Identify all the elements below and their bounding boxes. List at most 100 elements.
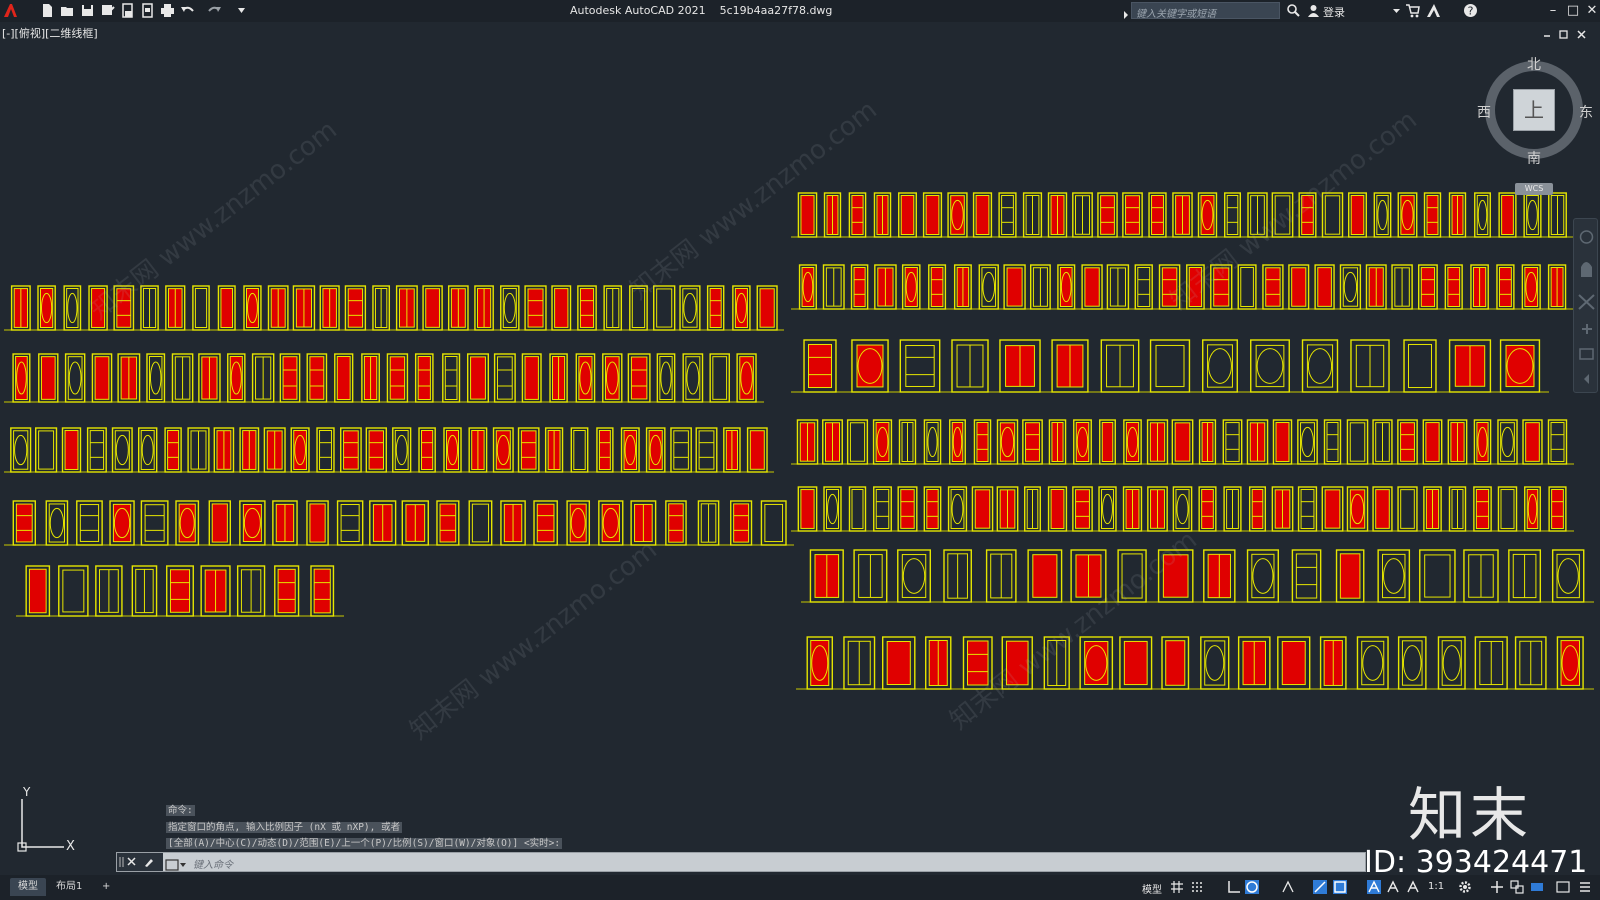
door-elevation[interactable] — [627, 353, 651, 403]
door-elevation[interactable] — [1499, 339, 1541, 393]
command-line[interactable]: 键入命令 — [116, 852, 1366, 872]
door-elevation[interactable] — [1097, 192, 1118, 238]
door-elevation[interactable] — [1448, 339, 1492, 393]
door-elevation[interactable] — [272, 500, 298, 546]
door-elevation[interactable] — [901, 264, 921, 310]
door-elevation[interactable] — [524, 285, 547, 331]
door-elevation[interactable] — [239, 500, 266, 546]
door-elevation[interactable] — [1119, 636, 1153, 690]
door-elevation[interactable] — [999, 339, 1041, 393]
door-elevation[interactable] — [682, 353, 704, 403]
door-elevation[interactable] — [928, 264, 947, 310]
door-elevation[interactable] — [1556, 636, 1584, 690]
door-elevation[interactable] — [1524, 486, 1541, 532]
isolate-objects-icon[interactable] — [1510, 880, 1524, 894]
gear-icon[interactable] — [1458, 880, 1472, 894]
door-elevation[interactable] — [1203, 549, 1236, 603]
add-layout-button[interactable]: + — [94, 878, 118, 896]
door-elevation[interactable] — [1100, 339, 1140, 393]
door-elevation[interactable] — [603, 285, 623, 331]
recent-commands-icon[interactable] — [165, 856, 187, 871]
door-elevation[interactable] — [1047, 486, 1068, 532]
door-elevation[interactable] — [61, 427, 82, 473]
door-elevation[interactable] — [517, 427, 540, 473]
door-elevation[interactable] — [973, 419, 992, 465]
door-elevation[interactable] — [146, 353, 166, 403]
door-elevation[interactable] — [1070, 549, 1107, 603]
door-elevation[interactable] — [953, 264, 972, 310]
door-elevation[interactable] — [361, 353, 380, 403]
object-snap-icon[interactable] — [1333, 880, 1347, 894]
door-elevation[interactable] — [1397, 419, 1418, 465]
door-elevation[interactable] — [1246, 549, 1279, 603]
drawing-canvas[interactable] — [0, 40, 1600, 855]
cart-icon[interactable] — [1405, 3, 1420, 18]
door-elevation[interactable] — [113, 285, 135, 331]
door-elevation[interactable] — [1373, 192, 1392, 238]
door-elevation[interactable] — [1397, 486, 1418, 532]
door-elevation[interactable] — [306, 353, 328, 403]
door-elevation[interactable] — [1123, 419, 1142, 465]
door-elevation[interactable] — [166, 565, 194, 617]
door-elevation[interactable] — [630, 500, 657, 546]
door-elevation[interactable] — [117, 353, 141, 403]
door-elevation[interactable] — [1321, 192, 1344, 238]
door-elevation[interactable] — [620, 427, 640, 473]
door-elevation[interactable] — [1323, 419, 1342, 465]
door-elevation[interactable] — [1339, 264, 1362, 310]
door-elevation[interactable] — [443, 427, 462, 473]
door-elevation[interactable] — [978, 264, 999, 310]
app-menu-icon[interactable] — [3, 3, 18, 18]
door-elevation[interactable] — [198, 353, 221, 403]
door-elevation[interactable] — [208, 500, 231, 546]
door-elevation[interactable] — [985, 549, 1017, 603]
door-elevation[interactable] — [923, 419, 942, 465]
door-elevation[interactable] — [1003, 264, 1026, 310]
door-elevation[interactable] — [1117, 549, 1147, 603]
door-elevation[interactable] — [1171, 419, 1194, 465]
door-elevation[interactable] — [1224, 192, 1241, 238]
door-elevation[interactable] — [803, 339, 837, 393]
door-elevation[interactable] — [577, 285, 597, 331]
door-elevation[interactable] — [670, 427, 692, 473]
door-elevation[interactable] — [922, 192, 943, 238]
door-elevation[interactable] — [1403, 339, 1437, 393]
door-elevation[interactable] — [468, 500, 493, 546]
door-elevation[interactable] — [369, 500, 397, 546]
door-elevation[interactable] — [796, 419, 819, 465]
door-elevation[interactable] — [217, 285, 236, 331]
door-elevation[interactable] — [629, 285, 648, 331]
door-elevation[interactable] — [823, 192, 842, 238]
undo-icon[interactable] — [180, 3, 195, 18]
publish-icon[interactable] — [120, 3, 135, 18]
door-elevation[interactable] — [962, 636, 993, 690]
door-elevation[interactable] — [334, 353, 354, 403]
door-elevation[interactable] — [1202, 339, 1238, 393]
door-elevation[interactable] — [730, 500, 753, 546]
door-elevation[interactable] — [414, 353, 434, 403]
door-elevation[interactable] — [12, 353, 31, 403]
door-elevation[interactable] — [1186, 264, 1205, 310]
door-elevation[interactable] — [1423, 486, 1442, 532]
door-elevation[interactable] — [549, 353, 568, 403]
door-elevation[interactable] — [95, 565, 123, 617]
door-elevation[interactable] — [1346, 486, 1369, 532]
polar-tracking-icon[interactable] — [1245, 880, 1259, 894]
door-elevation[interactable] — [1027, 549, 1063, 603]
door-elevation[interactable] — [35, 427, 58, 473]
door-elevation[interactable] — [1099, 419, 1116, 465]
door-elevation[interactable] — [850, 264, 869, 310]
door-elevation[interactable] — [551, 285, 572, 331]
door-elevation[interactable] — [192, 285, 210, 331]
door-elevation[interactable] — [897, 486, 918, 532]
door-elevation[interactable] — [996, 419, 1019, 465]
door-elevation[interactable] — [251, 353, 275, 403]
door-elevation[interactable] — [500, 285, 520, 331]
door-elevation[interactable] — [951, 339, 989, 393]
door-elevation[interactable] — [63, 285, 82, 331]
door-elevation[interactable] — [1072, 192, 1093, 238]
annotation-scale-icon[interactable] — [1406, 880, 1420, 894]
door-elevation[interactable] — [10, 285, 31, 331]
dropdown-arrow-icon[interactable] — [1389, 3, 1404, 18]
door-elevation[interactable] — [1448, 486, 1467, 532]
